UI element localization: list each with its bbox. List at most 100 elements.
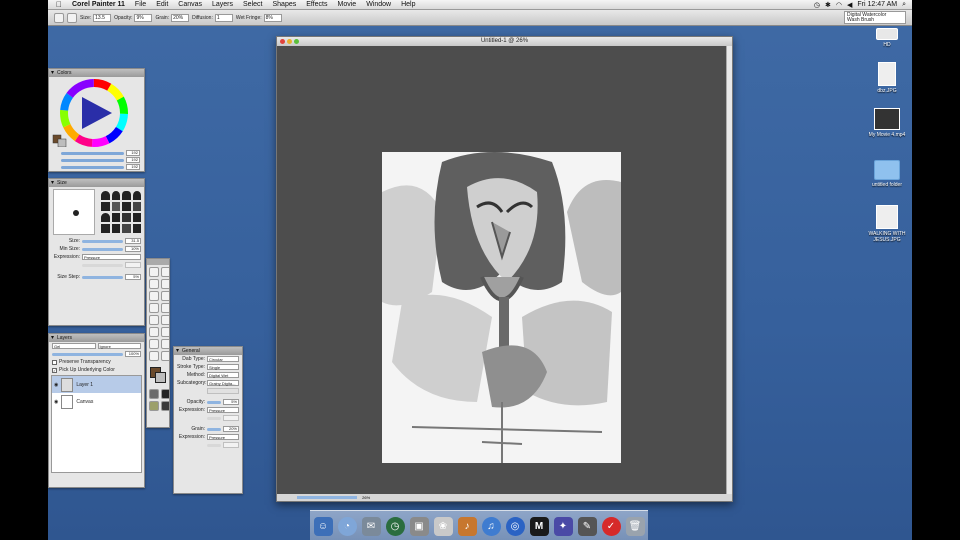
layer-adjuster-icon[interactable] (149, 291, 159, 301)
pattern-icon[interactable] (161, 389, 169, 399)
pen-icon[interactable] (149, 339, 159, 349)
opacity-row[interactable]: 100% (49, 350, 144, 358)
method-row[interactable]: Method: Digital Wet (174, 371, 242, 379)
desktop-movie[interactable]: My Movie 4.mp4 (862, 108, 912, 138)
size-field[interactable]: Size: 13.5 (80, 13, 112, 22)
menu-help[interactable]: Help (396, 1, 420, 8)
desktop-walking[interactable]: WALKING WITH JESUS.JPG (862, 205, 912, 243)
paper-icon[interactable] (149, 389, 159, 399)
app-menu[interactable]: Corel Painter 11 (67, 1, 130, 8)
vertical-scrollbar[interactable] (726, 46, 732, 494)
color-wheel[interactable] (49, 77, 145, 148)
general-panel-title[interactable]: General (174, 347, 242, 355)
opacity-row[interactable]: Opacity: 5% (174, 398, 242, 406)
nozzle-icon[interactable] (161, 401, 169, 411)
eraser-icon[interactable] (161, 279, 169, 289)
dab-profiles[interactable] (101, 191, 141, 233)
grabber-icon[interactable] (161, 351, 169, 361)
menu-edit[interactable]: Edit (151, 1, 173, 8)
menu-file[interactable]: File (130, 1, 151, 8)
apple-icon[interactable]:  (48, 0, 67, 9)
garageband-icon[interactable]: ♪ (457, 517, 477, 536)
tool-grid[interactable] (147, 265, 169, 363)
gradient-icon[interactable] (149, 401, 159, 411)
dashboard-icon[interactable]: ◔ (337, 517, 357, 536)
checkmark-app-icon[interactable]: ✓ (601, 517, 621, 536)
grain-expression-row[interactable]: Expression: Pressure (174, 433, 242, 441)
dropper-icon[interactable] (161, 267, 169, 277)
finder-icon[interactable]: ☺ (313, 517, 333, 536)
menu-movie[interactable]: Movie (333, 1, 362, 8)
stroke-type-row[interactable]: Stroke Type: Single (174, 363, 242, 371)
pick-up-color-row[interactable]: ✓ Pick Up Underlying Color (49, 366, 144, 374)
paint-bucket-icon[interactable] (149, 279, 159, 289)
brush-selector[interactable]: Digital Watercolor Wash Brush (844, 11, 906, 24)
lasso-icon[interactable] (161, 303, 169, 313)
rectangular-selection-icon[interactable] (149, 303, 159, 313)
preview-icon[interactable]: ▣ (409, 517, 429, 536)
trash-icon[interactable]: 🗑 (625, 517, 645, 536)
wet-fringe-field[interactable]: Wet Fringe: 8% (236, 13, 282, 22)
eye-icon[interactable]: ◉ (54, 399, 58, 405)
spotlight-icon[interactable]: ⌕ (902, 1, 906, 9)
menu-layers[interactable]: Layers (207, 1, 238, 8)
clock[interactable]: Fri 12:47 AM (857, 1, 897, 8)
reset-tool-icon[interactable] (67, 12, 77, 23)
size-panel-title[interactable]: Size (49, 179, 144, 187)
crop-icon[interactable] (161, 315, 169, 325)
grain-row[interactable]: Grain: 20% (174, 425, 242, 433)
brush-icon[interactable] (149, 267, 159, 277)
menu-effects[interactable]: Effects (301, 1, 332, 8)
minimize-icon[interactable] (287, 39, 292, 44)
desktop-folder[interactable]: untitled folder (862, 160, 912, 188)
safari-icon[interactable]: ◎ (505, 517, 525, 536)
min-size-row[interactable]: Min Size: 10% (49, 245, 144, 253)
color-swatches[interactable] (150, 367, 166, 383)
size-row[interactable]: Size: 31.5 (49, 237, 144, 245)
color-slider-1[interactable]: 192 (53, 150, 140, 156)
zoom-slider[interactable] (297, 496, 357, 500)
iphoto-icon[interactable]: ❀ (433, 517, 453, 536)
rotate-page-icon[interactable] (161, 339, 169, 349)
library-icons[interactable] (147, 387, 169, 413)
expression-row[interactable]: Expression: Pressure (49, 253, 144, 261)
preserve-transparency-row[interactable]: Preserve Transparency (49, 358, 144, 366)
opacity-expression-row[interactable]: Expression: Pressure (174, 406, 242, 414)
transform-icon[interactable] (161, 291, 169, 301)
painter-icon[interactable]: ✦ (553, 517, 573, 536)
menu-window[interactable]: Window (361, 1, 396, 8)
opacity-field[interactable]: Opacity: 9% (114, 13, 153, 22)
close-icon[interactable] (280, 39, 285, 44)
diffusion-field[interactable]: Diffusion: 1 (192, 13, 233, 22)
zoom-icon[interactable] (294, 39, 299, 44)
menu-select[interactable]: Select (238, 1, 267, 8)
layer-row[interactable]: ◉ Layer 1 (52, 376, 141, 393)
wifi-icon[interactable]: ◠ (836, 1, 842, 9)
brush-tool-icon[interactable] (54, 12, 64, 23)
mail-icon[interactable]: ✉ (361, 517, 381, 536)
canvas-drawing[interactable] (382, 152, 621, 463)
desktop-dbz[interactable]: dbz.JPG (862, 62, 912, 94)
magic-wand-icon[interactable] (149, 315, 159, 325)
color-slider-2[interactable]: 192 (53, 157, 140, 163)
text-icon[interactable] (149, 327, 159, 337)
menu-shapes[interactable]: Shapes (267, 1, 301, 8)
bluetooth-icon[interactable]: ✱ (825, 1, 831, 9)
app-m-icon[interactable]: M (529, 517, 549, 536)
magnifier-icon[interactable] (149, 351, 159, 361)
shape-icon[interactable] (161, 327, 169, 337)
brush-app-icon[interactable]: ✎ (577, 517, 597, 536)
colors-panel-title[interactable]: Colors (49, 69, 144, 77)
time-machine-icon[interactable]: ◷ (385, 517, 405, 536)
volume-icon[interactable]: ◀ (847, 1, 852, 9)
size-step-row[interactable]: Size Step: 5% (49, 273, 144, 281)
subcategory-row[interactable]: Subcategory: Grainy Digita... (174, 379, 242, 387)
grain-field[interactable]: Grain: 20% (155, 13, 190, 22)
dab-type-row[interactable]: Dab Type: Circular (174, 355, 242, 363)
layers-panel-title[interactable]: Layers (49, 334, 144, 342)
desktop-hd[interactable]: HD (862, 28, 912, 48)
color-slider-3[interactable]: 192 (53, 164, 140, 170)
eye-icon[interactable]: ◉ (54, 382, 58, 388)
timemachine-icon[interactable]: ◷ (814, 1, 820, 9)
menu-canvas[interactable]: Canvas (173, 1, 207, 8)
